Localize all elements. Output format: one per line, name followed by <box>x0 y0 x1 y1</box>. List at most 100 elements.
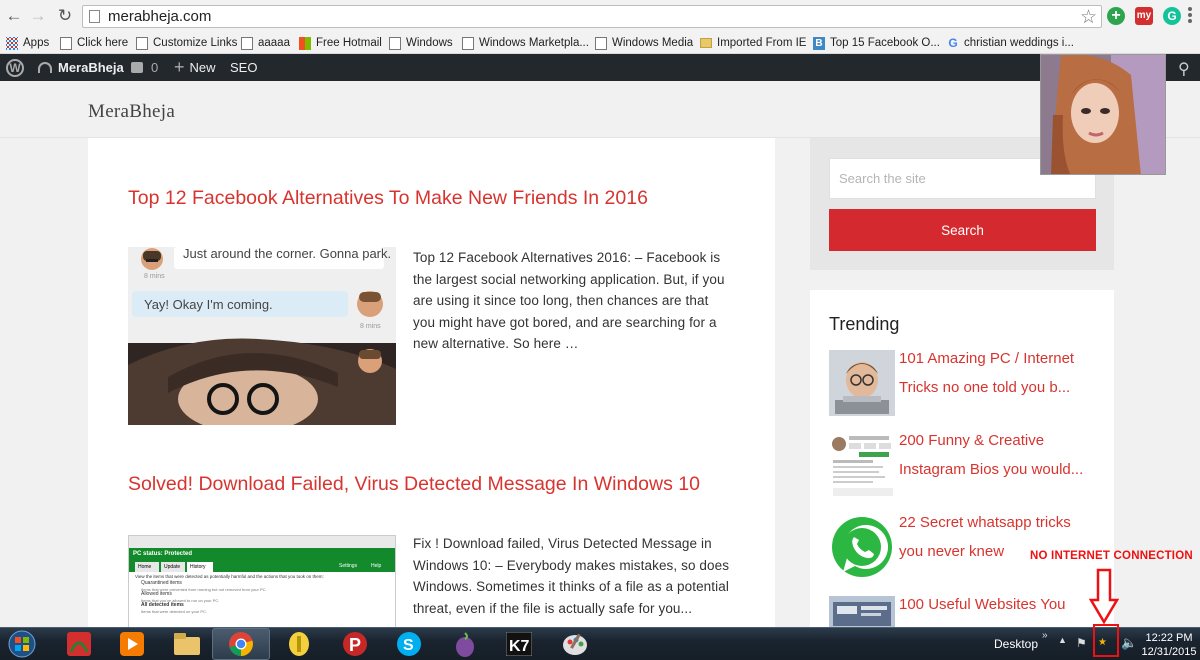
volume-icon[interactable]: 🔈 <box>1121 635 1137 651</box>
post-title[interactable]: Solved! Download Failed, Virus Detected … <box>128 473 700 496</box>
post-excerpt: Top 12 Facebook Alternatives 2016: – Fac… <box>413 250 725 351</box>
windows-start-icon <box>8 630 36 658</box>
search-button[interactable]: Search <box>829 209 1096 251</box>
overlay-photo-thumbnail <box>1040 54 1166 175</box>
red-down-arrow-icon <box>1089 568 1119 624</box>
bookmark-apps[interactable]: Apps <box>6 32 49 54</box>
bookmark-imported-from-ie[interactable]: Imported From IE <box>700 32 806 54</box>
site-header: MeraBheja <box>0 81 1200 138</box>
trending-widget: Trending 101 Amazing PC / Internet Trick… <box>810 290 1114 630</box>
tab-strip: Home Update History Settings Help <box>129 560 395 572</box>
bookmark-label: Top 15 Facebook O... <box>830 37 940 49</box>
forward-button[interactable]: → <box>28 6 48 26</box>
b-icon: B <box>813 36 825 50</box>
my-extension-icon[interactable]: my <box>1135 7 1153 25</box>
site-title[interactable]: MeraBheja <box>88 101 175 123</box>
action-center-flag-icon[interactable]: ⚑ <box>1076 636 1087 650</box>
bookmark-label: Free Hotmail <box>316 37 382 49</box>
no-internet-annotation: NO INTERNET CONNECTION <box>1030 550 1193 562</box>
chat-time: 8 mins <box>360 323 381 330</box>
bookmark-label: Click here <box>77 37 129 49</box>
bookmark-label: Windows Media <box>612 37 694 49</box>
trending-thumbnail-websites <box>829 596 895 630</box>
desktop-toolbar-label[interactable]: Desktop <box>994 637 1038 651</box>
bookmark-label: Imported From IE <box>717 37 807 49</box>
bookmark-top-15-facebook[interactable]: B Top 15 Facebook O... <box>813 32 940 54</box>
chat-time: 8 mins <box>144 273 165 280</box>
taskbar-app-notes[interactable] <box>270 628 328 660</box>
taskbar-app-paint[interactable] <box>546 628 604 660</box>
trending-title-link: 100 Useful Websites You <box>899 596 1066 613</box>
bookmark-label: Customize Links <box>153 37 238 49</box>
window-titlebar <box>129 536 395 548</box>
paint-icon <box>563 633 587 655</box>
main-content: Top 12 Facebook Alternatives To Make New… <box>88 138 775 628</box>
post-title[interactable]: Top 12 Facebook Alternatives To Make New… <box>128 187 648 210</box>
history-options: Quarantined items Items that were preven… <box>141 580 267 615</box>
page-icon <box>241 36 253 50</box>
taskbar-app-acrobat[interactable] <box>50 628 108 660</box>
svg-text:K7: K7 <box>509 638 530 655</box>
bookmark-windows-media[interactable]: Windows Media <box>595 32 693 54</box>
plus-icon: + <box>174 57 185 77</box>
wordpress-logo-button[interactable]: W <box>6 54 24 81</box>
bookmark-customize-links[interactable]: Customize Links <box>136 32 237 54</box>
bookmark-label: Windows <box>406 37 453 49</box>
bookmark-aaaaa[interactable]: aaaaa <box>241 32 290 54</box>
taskbar-app-chrome[interactable] <box>212 628 270 660</box>
option-sub: Items that were detected on your PC. <box>141 608 208 614</box>
apps-grid-icon <box>6 36 18 50</box>
page-icon <box>136 36 148 50</box>
page-icon <box>60 36 72 50</box>
trending-item[interactable]: 200 Funny & Creative Instagram Bios you … <box>829 432 1109 498</box>
bookmark-free-hotmail[interactable]: Free Hotmail <box>299 32 382 54</box>
trending-item[interactable]: 22 Secret whatsapp tricks you never knew <box>829 514 1109 580</box>
toolbar-expand-icon[interactable]: » <box>1042 630 1048 641</box>
trending-thumbnail-instagram-profile <box>829 432 895 498</box>
bookmark-click-here[interactable]: Click here <box>60 32 128 54</box>
taskbar-app-k7[interactable]: K7 <box>490 628 548 660</box>
green-plus-extension-icon[interactable]: + <box>1107 7 1125 25</box>
reload-button[interactable]: ↻ <box>55 6 75 26</box>
wp-admin-bar: W MeraBheja 0 + New SEO <box>0 54 1200 81</box>
bookmark-star-icon[interactable]: ☆ <box>1080 6 1097 29</box>
admin-search-icon[interactable]: ⚲ <box>1178 59 1190 79</box>
start-button[interactable] <box>0 628 44 660</box>
back-button[interactable]: ← <box>4 6 24 26</box>
site-name-button[interactable]: MeraBheja <box>38 54 124 81</box>
post-excerpt: Fix ! Download failed, Virus Detected Me… <box>413 536 730 616</box>
taskbar-app-pdf[interactable]: P <box>326 628 384 660</box>
taskbar-app-explorer[interactable] <box>158 628 216 660</box>
browser-menu-icon[interactable] <box>1188 6 1194 24</box>
bookmark-christian-weddings[interactable]: Gchristian weddings i... <box>947 32 1074 54</box>
clock-date: 12/31/2015 <box>1141 646 1197 658</box>
seo-button[interactable]: SEO <box>230 54 257 81</box>
bookmark-windows[interactable]: Windows <box>389 32 453 54</box>
address-bar[interactable]: merabheja.com ☆ <box>82 5 1102 28</box>
bookmark-label: aaaaa <box>258 37 290 49</box>
taskbar-app-media-player[interactable] <box>103 628 161 660</box>
url-text: merabheja.com <box>108 8 212 25</box>
pc-status-bar: PC status: Protected <box>129 548 395 560</box>
site-name-label: MeraBheja <box>58 60 124 75</box>
page-icon <box>462 36 474 50</box>
post-thumbnail[interactable]: PC status: Protected Home Update History… <box>128 535 396 628</box>
grammarly-extension-icon[interactable]: G <box>1163 7 1181 25</box>
trending-title-link: 200 Funny & Creative Instagram Bios you … <box>899 432 1084 478</box>
taskbar-app-tor[interactable] <box>436 628 494 660</box>
history-description: View the items that were detected as pot… <box>135 574 324 579</box>
svg-text:S: S <box>403 637 414 654</box>
trending-title-link: 101 Amazing PC / Internet Tricks no one … <box>899 350 1075 396</box>
show-hidden-icons-icon[interactable]: ▲ <box>1058 635 1067 645</box>
trending-item[interactable]: 101 Amazing PC / Internet Tricks no one … <box>829 350 1109 416</box>
bookmark-windows-marketplace[interactable]: Windows Marketpla... <box>462 32 589 54</box>
post-thumbnail[interactable]: Just around the corner. Gonna park. 8 mi… <box>128 247 396 425</box>
chat-bubble-text: Yay! Okay I'm coming. <box>144 297 273 312</box>
windows-taskbar: P S K7 Desktop » ▲ ⚑ ★ 🔈 12:22 PM 12/31/… <box>0 627 1200 660</box>
folder-icon <box>700 38 712 48</box>
trending-item[interactable]: 100 Useful Websites You <box>829 596 1109 630</box>
taskbar-app-skype[interactable]: S <box>380 628 438 660</box>
system-clock[interactable]: 12:22 PM 12/31/2015 <box>1138 631 1200 659</box>
new-content-button[interactable]: + New <box>174 54 216 81</box>
comments-button[interactable]: 0 <box>131 54 158 81</box>
